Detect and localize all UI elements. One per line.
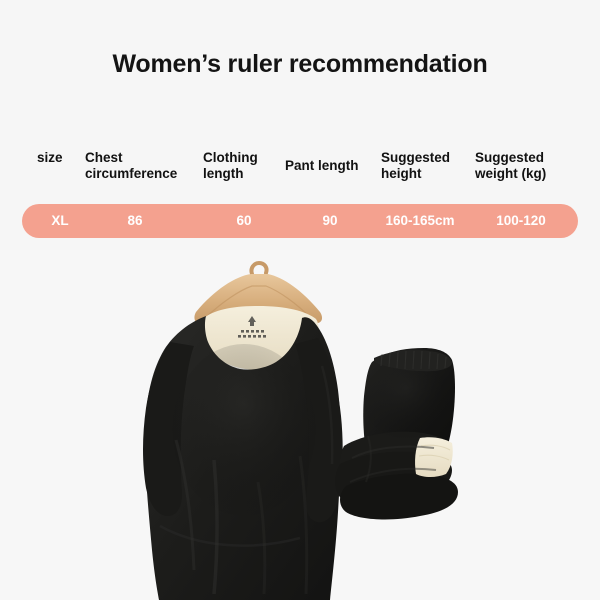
- thermal-top-garment: [143, 316, 343, 600]
- table-header-row: size Chest circumference Clothing length…: [0, 146, 600, 194]
- cell-pant-length: 90: [322, 213, 338, 228]
- cell-suggested-weight: 100-120: [496, 213, 546, 228]
- cell-size: XL: [51, 213, 69, 228]
- cell-suggested-height: 160-165cm: [385, 213, 455, 228]
- product-photo: [0, 250, 600, 600]
- cell-clothing-length: 60: [236, 213, 252, 228]
- page-title: Women’s ruler recommendation: [112, 50, 488, 78]
- column-header-suggested-height: Suggested height: [381, 150, 451, 181]
- column-header-size: size: [37, 150, 63, 165]
- product-photo-illustration: [0, 250, 600, 600]
- cell-chest-circumference: 86: [127, 213, 143, 228]
- column-header-chest-circumference: Chest circumference: [85, 150, 178, 181]
- size-chart-table: size Chest circumference Clothing length…: [0, 146, 600, 238]
- column-header-suggested-weight: Suggested weight (kg): [475, 150, 547, 181]
- table-row: XL 86 60 90 160-165cm 100-120: [22, 204, 578, 238]
- column-header-clothing-length: Clothing length: [203, 150, 258, 181]
- column-header-pant-length: Pant length: [285, 158, 359, 173]
